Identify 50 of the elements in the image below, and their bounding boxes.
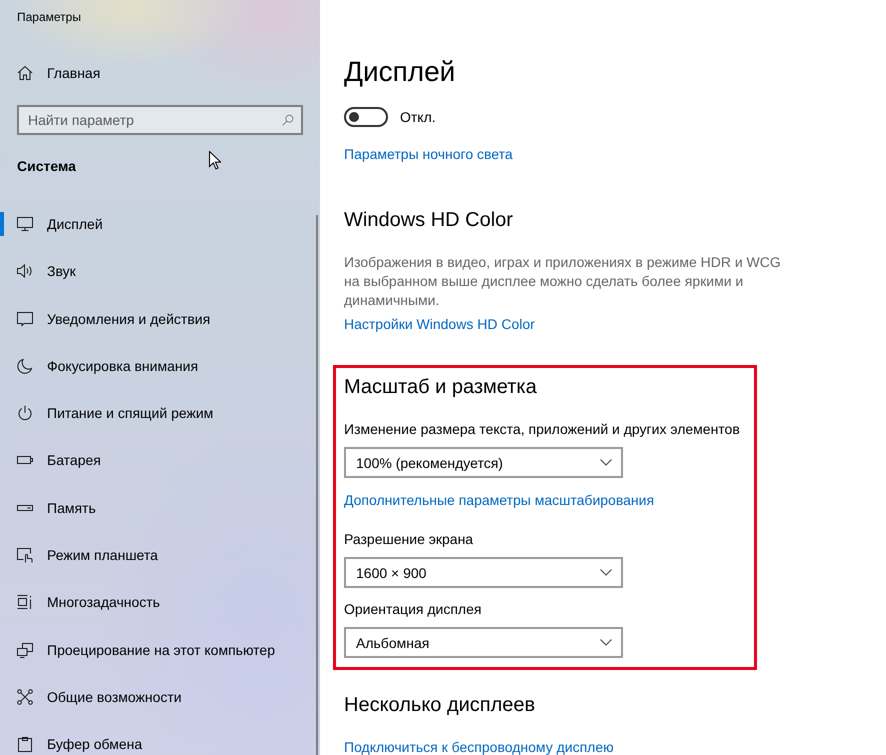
search-icon — [282, 114, 294, 126]
sidebar-item[interactable]: Проецирование на этот компьютер — [0, 638, 281, 662]
speaker-icon — [17, 263, 33, 280]
setting-label: Разрешение экрана — [344, 530, 474, 549]
home-link[interactable]: Главная — [17, 61, 100, 85]
sidebar-item[interactable]: Многозадачность — [0, 590, 166, 614]
sidebar-item[interactable]: Общие возможности — [0, 684, 188, 709]
sidebar-item[interactable]: Буфер обмена — [0, 732, 148, 755]
section-heading: Windows HD Color — [344, 208, 513, 233]
section-title: Система — [17, 157, 76, 176]
search-field[interactable]: Найти параметр — [17, 105, 303, 135]
nodes-icon — [17, 688, 33, 705]
dropdown[interactable]: 100% (рекомендуется) — [344, 447, 623, 478]
section-heading: Масштаб и разметка — [344, 375, 537, 400]
page-title: Дисплей — [344, 55, 456, 89]
tablet-touch-icon — [17, 547, 33, 564]
speech-bubble-icon — [17, 310, 33, 327]
chevron-down-icon — [600, 569, 612, 576]
hd-color-link[interactable]: Настройки Windows HD Color — [344, 314, 535, 334]
sidebar-item[interactable]: Фокусировка внимания — [0, 354, 204, 378]
section-heading: Несколько дисплеев — [344, 693, 536, 718]
wireless-display-link[interactable]: Подключиться к беспроводному дисплею — [344, 737, 614, 755]
sidebar-item[interactable]: Режим планшета — [0, 543, 164, 568]
setting-label: Изменение размера текста, приложений и других элементов — [344, 420, 740, 439]
scrollbar[interactable] — [316, 215, 318, 755]
window-stack-icon — [17, 594, 33, 610]
sidebar-item[interactable]: Звук — [0, 259, 82, 284]
sidebar-item[interactable]: Уведомления и действия — [0, 306, 216, 331]
sidebar-item[interactable]: Батарея — [0, 448, 107, 472]
dropdown[interactable]: Альбомная — [344, 627, 623, 658]
home-icon — [17, 65, 33, 81]
scaling-link[interactable]: Дополнительные параметры масштабирования — [344, 490, 654, 510]
toggle-state-label: Откл. — [400, 109, 436, 125]
chevron-down-icon — [600, 639, 612, 646]
sidebar-item[interactable]: Память — [0, 496, 102, 520]
sidebar-item[interactable]: Дисплей — [0, 212, 109, 236]
setting-label: Ориентация дисплея — [344, 600, 482, 619]
screens-icon — [17, 642, 33, 658]
clipboard-icon — [17, 736, 33, 752]
window-title: Параметры — [16, 9, 81, 26]
monitor-icon — [17, 216, 33, 232]
night-light-link[interactable]: Параметры ночного света — [344, 144, 513, 164]
mouse-pointer-icon — [209, 151, 221, 170]
description-text: Изображения в видео, играх и приложениях в режиме HDR и WCG на выбранном выше дисплее можно сделать более яркими и динамичными. — [344, 253, 782, 310]
toggle-switch[interactable] — [344, 107, 388, 127]
sidebar-item[interactable]: Питание и спящий режим — [0, 401, 220, 426]
power-icon — [17, 405, 33, 422]
dropdown[interactable]: 1600 × 900 — [344, 557, 623, 588]
chevron-down-icon — [600, 459, 612, 466]
moon-icon — [17, 358, 33, 374]
